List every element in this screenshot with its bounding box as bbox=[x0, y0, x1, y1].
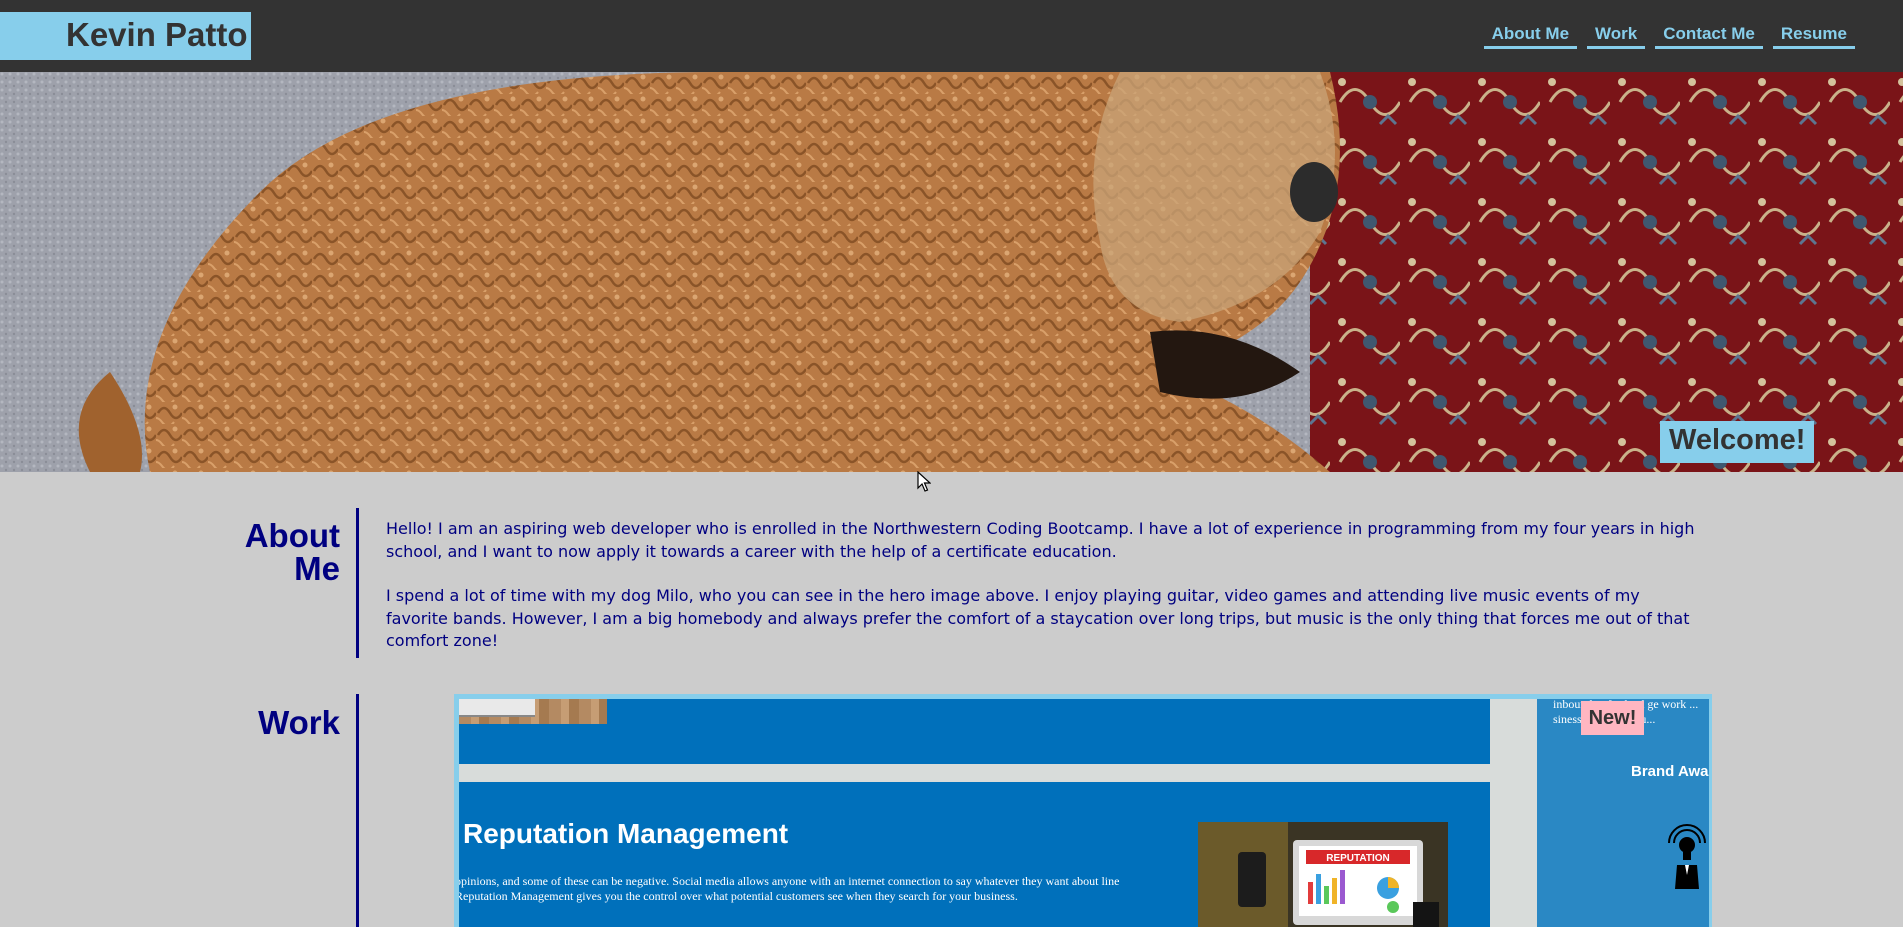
work-showcase[interactable]: Reputation Management opinions, and some… bbox=[454, 694, 1712, 927]
nav-link-work[interactable]: Work bbox=[1587, 24, 1646, 49]
nav-link-resume[interactable]: Resume bbox=[1772, 24, 1855, 49]
new-badge: New! bbox=[1581, 701, 1644, 735]
lightbulb-icon bbox=[1668, 824, 1706, 889]
about-paragraph: I spend a lot of time with my dog Milo, … bbox=[386, 586, 1690, 650]
work-project-preview[interactable]: Reputation Management opinions, and some… bbox=[459, 699, 1709, 927]
hero-section: Welcome! bbox=[0, 72, 1903, 472]
nav-link-about-me[interactable]: About Me bbox=[1483, 24, 1578, 49]
mouse-cursor-icon bbox=[917, 471, 931, 492]
side-project-heading: Brand Awa bbox=[1631, 763, 1709, 780]
project-banner bbox=[459, 699, 1490, 764]
project-thumbnail-overlay bbox=[459, 699, 535, 717]
site-header: Kevin Patto About Me Work Contact Me Res… bbox=[0, 0, 1903, 72]
site-logo[interactable]: Kevin Patto bbox=[0, 12, 251, 60]
hero-image-dog bbox=[0, 72, 1903, 472]
about-heading: About Me bbox=[244, 517, 340, 587]
work-heading: Work bbox=[258, 704, 340, 741]
main-nav: About Me Work Contact Me Resume bbox=[1483, 24, 1855, 49]
nav-link-contact-me[interactable]: Contact Me bbox=[1655, 24, 1763, 49]
reputation-laptop-image: REPUTATION bbox=[1198, 822, 1448, 927]
image-label: REPUTATION bbox=[1326, 853, 1390, 864]
about-paragraph: Hello! I am an aspiring web developer wh… bbox=[386, 519, 1695, 561]
welcome-banner: Welcome! bbox=[1660, 421, 1815, 463]
about-divider bbox=[356, 508, 359, 658]
work-divider bbox=[356, 694, 359, 927]
slide-heading: Reputation Management bbox=[463, 818, 789, 849]
about-text: Hello! I am an aspiring web developer wh… bbox=[386, 518, 1706, 653]
slide-body: opinions, and some of these can be negat… bbox=[459, 874, 1120, 903]
project-slide: Reputation Management opinions, and some… bbox=[459, 782, 1490, 927]
